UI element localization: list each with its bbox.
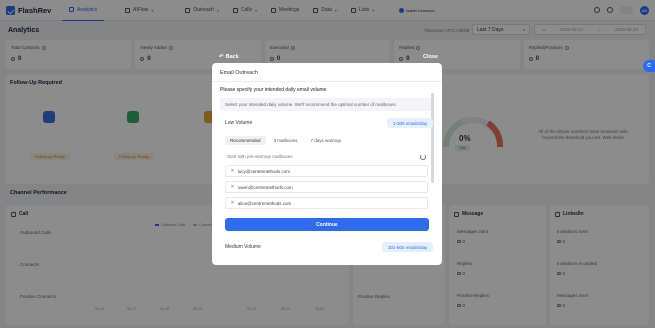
arrow-left-icon: ↶ [219, 54, 224, 60]
remove-icon[interactable]: × [231, 200, 234, 206]
back-button[interactable]: ↶ Back [219, 54, 239, 60]
mailbox-label: Start with pre-warmup mailboxes [227, 154, 293, 159]
email-outreach-modal: Email Outreach Please specify your inten… [212, 63, 442, 265]
refresh-icon[interactable] [420, 154, 426, 160]
medium-volume-badge: 301-600 emails/day [382, 242, 434, 252]
tab-mailboxes[interactable]: 3 mailboxes [268, 136, 303, 145]
scrollbar[interactable] [431, 93, 434, 183]
divider [212, 81, 442, 82]
side-chat-tab[interactable]: C [643, 60, 655, 72]
modal-title: Email Outreach [220, 70, 258, 76]
medium-volume-title[interactable]: Medium Volume [225, 244, 261, 250]
remove-icon[interactable]: × [231, 168, 234, 174]
mailbox-row[interactable]: × owen@centremethods.com [225, 181, 428, 193]
low-volume-title[interactable]: Low Volume [225, 120, 252, 126]
back-label: Back [225, 54, 239, 60]
tab-warmup[interactable]: 7 days warmup [305, 136, 347, 145]
mailbox-row[interactable]: × alice@centremethods.com [225, 197, 428, 209]
option-tabs: Recommended 3 mailboxes 7 days warmup [225, 136, 347, 145]
volume-prompt: Please specify your intended daily email… [220, 87, 327, 93]
remove-icon[interactable]: × [231, 184, 234, 190]
continue-button[interactable]: Continue [225, 218, 429, 231]
mailbox-email: lucy@centremethods.com [237, 168, 291, 174]
tab-recommended[interactable]: Recommended [225, 136, 266, 145]
mailbox-email: alice@centremethods.com [237, 200, 292, 206]
low-volume-badge: 1-300 emails/day [387, 118, 434, 128]
mailbox-email: owen@centremethods.com [237, 184, 293, 190]
volume-info: Select your intended daily volume. We'll… [220, 98, 434, 111]
mailbox-row[interactable]: × lucy@centremethods.com [225, 165, 428, 177]
close-button[interactable]: Close [423, 54, 438, 60]
